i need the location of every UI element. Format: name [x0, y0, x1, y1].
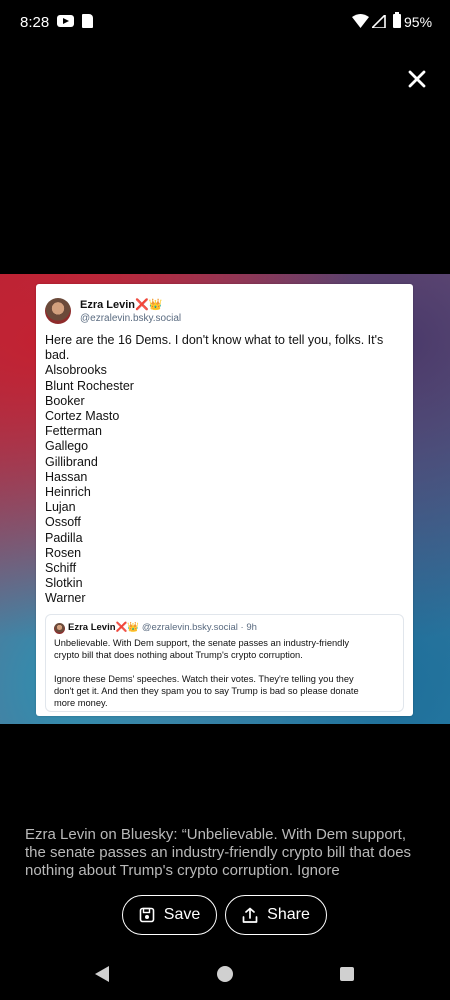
quote-author-name: Ezra Levin	[68, 622, 116, 633]
post-line: Gallego	[45, 439, 89, 454]
share-label: Share	[267, 906, 310, 923]
wifi-icon	[352, 14, 369, 28]
quote-handle-time: @ezralevin.bsky.social · 9h	[141, 622, 257, 633]
post-line: Here are the 16 Dems. I don't know what …	[45, 333, 384, 347]
quote-line: don't get it. And then they spam you to …	[54, 686, 359, 696]
quote-line: more money.	[54, 698, 108, 708]
battery-icon	[393, 12, 401, 28]
quote-text: Unbelievable. With Dem support, the sena…	[54, 637, 394, 709]
post-line: Blunt Rochester	[45, 378, 134, 393]
sd-card-icon	[82, 14, 93, 28]
share-button[interactable]: Share	[225, 895, 327, 935]
post-line: Fetterman	[45, 424, 102, 439]
post-line: Lujan	[45, 500, 76, 515]
post-image: Ezra Levin❌👑 @ezralevin.bsky.social Here…	[0, 274, 450, 724]
image-caption: Ezra Levin on Bluesky: “Unbelievable. Wi…	[25, 826, 412, 879]
quote-header: Ezra Levin❌👑 @ezralevin.bsky.social · 9h	[68, 622, 257, 633]
share-icon	[242, 907, 258, 923]
quote-line: crypto bill that does nothing about Trum…	[54, 650, 303, 660]
status-bar: 8:28 95%	[0, 0, 450, 44]
avatar	[45, 298, 71, 324]
author-badges: ❌👑	[135, 299, 163, 311]
post-line: Heinrich	[45, 485, 91, 500]
save-button[interactable]: Save	[122, 895, 217, 935]
post-line: Alsobrooks	[45, 363, 107, 378]
home-icon[interactable]	[217, 966, 233, 982]
post-line: Cortez Masto	[45, 409, 120, 424]
quote-badges: ❌👑	[115, 622, 140, 633]
quoted-post: Ezra Levin❌👑 @ezralevin.bsky.social · 9h…	[45, 614, 404, 712]
post-line: Warner	[45, 591, 86, 606]
quote-line: Unbelievable. With Dem support, the sena…	[54, 638, 350, 648]
post-line: Ossoff	[45, 515, 81, 530]
post-line: Schiff	[45, 561, 77, 576]
quote-line: Ignore these Dems' speeches. Watch their…	[54, 674, 354, 684]
close-icon[interactable]	[402, 64, 432, 94]
quote-line	[54, 661, 394, 673]
youtube-notification-icon	[57, 15, 74, 27]
save-label: Save	[163, 906, 201, 923]
recents-icon[interactable]	[340, 967, 354, 981]
post-text: Here are the 16 Dems. I don't know what …	[45, 333, 405, 607]
post-line: Rosen	[45, 545, 82, 560]
back-icon[interactable]	[94, 965, 110, 983]
status-time: 8:28	[20, 14, 50, 31]
author-handle: @ezralevin.bsky.social	[80, 313, 182, 324]
quote-avatar	[54, 623, 65, 634]
save-icon	[139, 907, 155, 923]
bluesky-post-card: Ezra Levin❌👑 @ezralevin.bsky.social Here…	[36, 284, 413, 716]
post-line: Padilla	[45, 530, 83, 545]
author-name: Ezra Levin❌👑	[80, 299, 163, 311]
post-line: Hassan	[45, 469, 88, 484]
signal-icon	[372, 15, 386, 28]
post-line: bad.	[45, 348, 70, 363]
battery-percent: 95%	[404, 14, 433, 30]
post-line: Gillibrand	[45, 454, 98, 469]
post-line: Slotkin	[45, 576, 83, 591]
post-line: Booker	[45, 393, 85, 408]
